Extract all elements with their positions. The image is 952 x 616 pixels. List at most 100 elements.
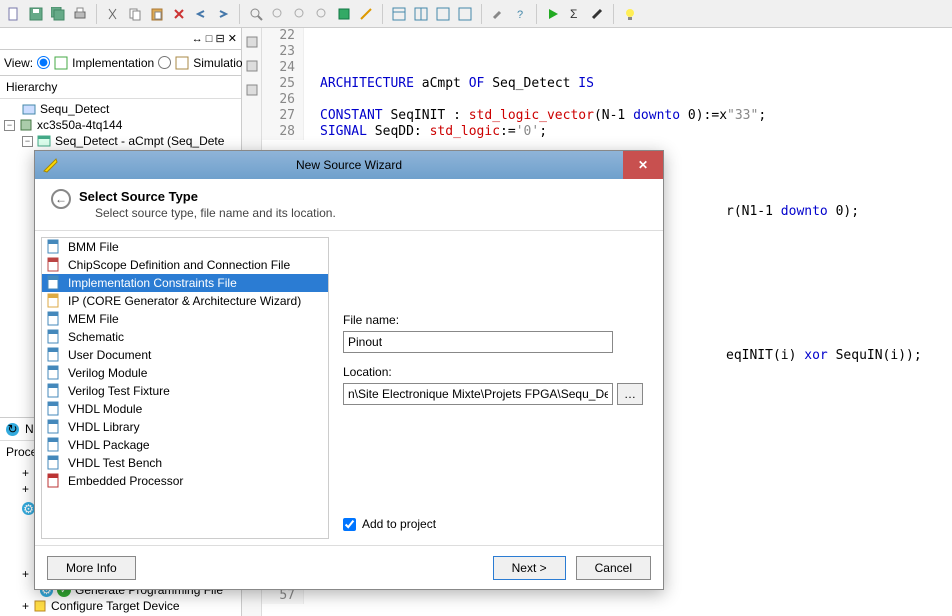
filename-input[interactable]	[343, 331, 613, 353]
source-type-item[interactable]: VHDL Test Bench	[42, 454, 328, 472]
sim-radio[interactable]	[158, 56, 171, 69]
edit-icon[interactable]	[356, 4, 376, 24]
source-type-item[interactable]: VHDL Package	[42, 436, 328, 454]
cancel-button[interactable]: Cancel	[576, 556, 651, 580]
line-number: 28	[262, 124, 304, 140]
save-icon[interactable]	[26, 4, 46, 24]
win4-icon[interactable]	[455, 4, 475, 24]
find2-icon[interactable]	[268, 4, 288, 24]
source-type-item[interactable]: VHDL Module	[42, 400, 328, 418]
source-type-label: ChipScope Definition and Connection File	[68, 258, 290, 272]
sigma-icon[interactable]: Σ	[565, 4, 585, 24]
source-type-item[interactable]: IP (CORE Generator & Architecture Wizard…	[42, 292, 328, 310]
code-fragment: eqINIT(i) xor SequIN(i));	[710, 348, 922, 363]
win2-icon[interactable]	[411, 4, 431, 24]
find3-icon[interactable]	[290, 4, 310, 24]
undo-icon[interactable]	[191, 4, 211, 24]
code-text: CONSTANT SeqINIT : std_logic_vector(N-1 …	[304, 108, 766, 124]
saveall-icon[interactable]	[48, 4, 68, 24]
line-number: 23	[262, 44, 304, 60]
paste-icon[interactable]	[147, 4, 167, 24]
next-button[interactable]: Next >	[493, 556, 566, 580]
source-type-item[interactable]: Implementation Constraints File	[42, 274, 328, 292]
sim-icon	[175, 56, 189, 70]
gutter-icon[interactable]	[242, 80, 262, 100]
gutter-icon[interactable]	[242, 32, 262, 52]
new-icon[interactable]	[4, 4, 24, 24]
source-type-item[interactable]: ChipScope Definition and Connection File	[42, 256, 328, 274]
find-icon[interactable]	[246, 4, 266, 24]
bulb-icon[interactable]	[620, 4, 640, 24]
source-type-label: User Document	[68, 348, 151, 362]
browse-button[interactable]: …	[617, 383, 643, 405]
source-type-item[interactable]: Embedded Processor	[42, 472, 328, 490]
win3-icon[interactable]	[433, 4, 453, 24]
add-to-project-checkbox[interactable]	[343, 518, 356, 531]
dock-icons[interactable]: ↔ □ ⊟ ✕	[192, 32, 237, 45]
cut-icon[interactable]	[103, 4, 123, 24]
source-type-list[interactable]: BMM File ChipScope Definition and Connect…	[41, 237, 329, 539]
tree-label: Sequ_Detect	[40, 102, 109, 116]
location-input[interactable]	[343, 383, 613, 405]
collapse-icon[interactable]: −	[22, 136, 33, 147]
source-type-label: MEM File	[68, 312, 119, 326]
source-type-label: Verilog Test Fixture	[68, 384, 170, 398]
find4-icon[interactable]	[312, 4, 332, 24]
source-type-item[interactable]: Verilog Module	[42, 364, 328, 382]
source-type-item[interactable]: User Document	[42, 346, 328, 364]
file-icon	[46, 275, 62, 291]
code-text: ARCHITECTURE aCmpt OF Seq_Detect IS	[304, 76, 594, 92]
dialog-titlebar[interactable]: New Source Wizard ✕	[35, 151, 663, 179]
source-type-item[interactable]: BMM File	[42, 238, 328, 256]
telescope-icon[interactable]	[587, 4, 607, 24]
back-button[interactable]: ←	[51, 189, 71, 209]
help-icon[interactable]: ?	[510, 4, 530, 24]
tree-label: xc3s50a-4tq144	[37, 118, 122, 132]
file-icon	[46, 293, 62, 309]
dialog-title: New Source Wizard	[296, 158, 402, 172]
tree-item[interactable]: − Seq_Detect - aCmpt (Seq_Dete	[0, 133, 241, 149]
win1-icon[interactable]	[389, 4, 409, 24]
source-type-label: Embedded Processor	[68, 474, 183, 488]
proc-label: Configure Target Device	[51, 599, 180, 613]
source-type-item[interactable]: MEM File	[42, 310, 328, 328]
collapse-icon[interactable]: −	[4, 120, 15, 131]
impl-label: Implementation	[72, 56, 154, 70]
copy-icon[interactable]	[125, 4, 145, 24]
step-subtitle: Select source type, file name and its lo…	[79, 206, 647, 220]
run-icon[interactable]	[543, 4, 563, 24]
delete-icon[interactable]	[169, 4, 189, 24]
more-info-button[interactable]: More Info	[47, 556, 136, 580]
line-number: 22	[262, 28, 304, 44]
line-number: 27	[262, 108, 304, 124]
dialog-header: ← Select Source Type Select source type,…	[35, 179, 663, 230]
add-to-project-label: Add to project	[362, 517, 436, 531]
line-number: 25	[262, 76, 304, 92]
gutter-icon[interactable]	[242, 56, 262, 76]
source-type-label: VHDL Package	[68, 438, 150, 452]
dialog-footer: More Info Next > Cancel	[35, 545, 663, 589]
source-type-label: BMM File	[68, 240, 119, 254]
impl-radio[interactable]	[37, 56, 50, 69]
code-fragment: r(N1-1 downto 0);	[710, 204, 859, 219]
print-icon[interactable]	[70, 4, 90, 24]
hierarchy-label: Hierarchy	[0, 76, 241, 99]
file-icon	[46, 455, 62, 471]
tree-item[interactable]: − xc3s50a-4tq144	[0, 117, 241, 133]
proc-row[interactable]: +Configure Target Device	[0, 598, 241, 614]
tree-item[interactable]: Sequ_Detect	[0, 101, 241, 117]
source-type-label: VHDL Library	[68, 420, 140, 434]
source-type-item[interactable]: Verilog Test Fixture	[42, 382, 328, 400]
step-title: Select Source Type	[79, 189, 647, 204]
source-type-item[interactable]: VHDL Library	[42, 418, 328, 436]
code-text	[304, 60, 320, 76]
target-icon[interactable]	[334, 4, 354, 24]
redo-icon[interactable]	[213, 4, 233, 24]
code-text	[304, 44, 320, 60]
source-type-item[interactable]: Schematic	[42, 328, 328, 346]
close-button[interactable]: ✕	[623, 151, 663, 179]
refresh-icon[interactable]: ↻	[6, 423, 19, 436]
wizard-icon	[41, 156, 55, 170]
wrench-icon[interactable]	[488, 4, 508, 24]
source-type-label: Verilog Module	[68, 366, 147, 380]
